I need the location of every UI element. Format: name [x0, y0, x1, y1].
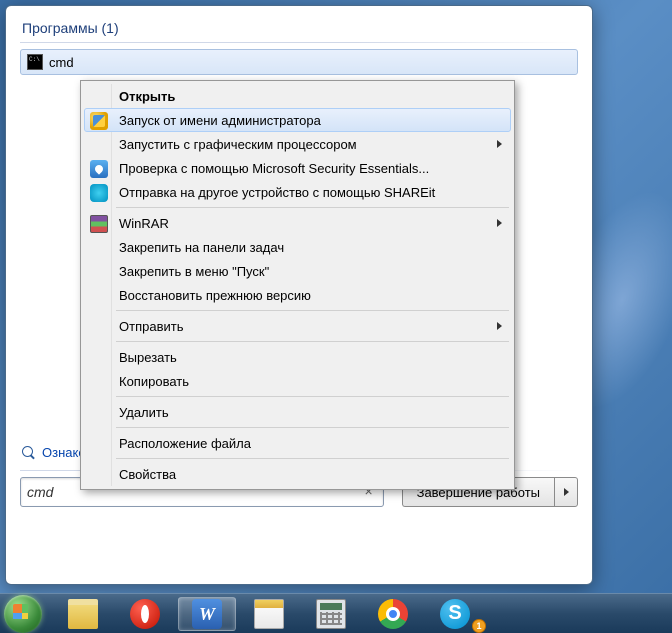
rar-icon [90, 215, 108, 233]
context-menu: Открыть Запуск от имени администратора Зап… [80, 80, 515, 490]
context-menu-separator [116, 207, 509, 208]
context-menu-item[interactable]: Закрепить в меню "Пуск" [84, 259, 511, 283]
cmd-icon [27, 54, 43, 70]
submenu-arrow-icon [497, 219, 502, 227]
search-result-cmd[interactable]: cmd [20, 49, 578, 75]
explorer-icon [68, 599, 98, 629]
start-button[interactable] [4, 595, 42, 633]
opera-icon [130, 599, 160, 629]
context-menu-item[interactable]: Проверка с помощью Microsoft Security Es… [84, 156, 511, 180]
taskbar-skype[interactable]: S 1 [426, 597, 484, 631]
context-menu-item-label: Запустить с графическим процессором [119, 137, 357, 152]
context-menu-item-label: Вырезать [119, 350, 177, 365]
context-menu-item-label: Отправка на другое устройство с помощью … [119, 185, 435, 200]
skype-icon: S [440, 599, 470, 629]
chrome-icon [378, 599, 408, 629]
taskbar-chrome[interactable] [364, 597, 422, 631]
taskbar: W S 1 [0, 593, 672, 633]
taskbar-notepad[interactable] [240, 597, 298, 631]
skype-notification-badge: 1 [472, 619, 486, 633]
taskbar-calculator[interactable] [302, 597, 360, 631]
taskbar-word[interactable]: W [178, 597, 236, 631]
context-menu-item-label: Запуск от имени администратора [119, 113, 321, 128]
context-menu-separator [116, 427, 509, 428]
taskbar-opera[interactable] [116, 597, 174, 631]
context-menu-item[interactable]: Удалить [84, 400, 511, 424]
context-menu-item-label: WinRAR [119, 216, 169, 231]
context-menu-item[interactable]: Отправить [84, 314, 511, 338]
context-menu-separator [116, 341, 509, 342]
search-icon [22, 446, 36, 460]
result-label: cmd [49, 55, 74, 70]
context-menu-item[interactable]: Расположение файла [84, 431, 511, 455]
context-menu-item-label: Проверка с помощью Microsoft Security Es… [119, 161, 429, 176]
context-menu-item[interactable]: Вырезать [84, 345, 511, 369]
context-menu-item[interactable]: Свойства [84, 462, 511, 486]
shareit-icon [90, 184, 108, 202]
submenu-arrow-icon [497, 322, 502, 330]
section-divider [20, 42, 578, 43]
context-menu-item-label: Восстановить прежнюю версию [119, 288, 311, 303]
context-menu-item[interactable]: Открыть [84, 84, 511, 108]
context-menu-item-label: Закрепить на панели задач [119, 240, 284, 255]
context-menu-item[interactable]: WinRAR [84, 211, 511, 235]
shield-icon [90, 112, 108, 130]
shutdown-options-button[interactable] [554, 477, 578, 507]
word-icon: W [192, 599, 222, 629]
context-menu-separator [116, 396, 509, 397]
context-menu-separator [116, 310, 509, 311]
chevron-right-icon [564, 488, 569, 496]
mse-icon [90, 160, 108, 178]
context-menu-item-label: Копировать [119, 374, 189, 389]
context-menu-item-label: Расположение файла [119, 436, 251, 451]
notepad-icon [254, 599, 284, 629]
context-menu-item-label: Закрепить в меню "Пуск" [119, 264, 269, 279]
context-menu-item[interactable]: Копировать [84, 369, 511, 393]
context-menu-item-label: Отправить [119, 319, 183, 334]
context-menu-separator [116, 458, 509, 459]
results-section-header: Программы (1) [20, 20, 578, 36]
context-menu-item[interactable]: Восстановить прежнюю версию [84, 283, 511, 307]
context-menu-item-label: Открыть [119, 89, 175, 104]
context-menu-item[interactable]: Запустить с графическим процессором [84, 132, 511, 156]
submenu-arrow-icon [497, 140, 502, 148]
calculator-icon [316, 599, 346, 629]
context-menu-item[interactable]: Закрепить на панели задач [84, 235, 511, 259]
context-menu-item[interactable]: Отправка на другое устройство с помощью … [84, 180, 511, 204]
taskbar-explorer[interactable] [54, 597, 112, 631]
context-menu-item-label: Свойства [119, 467, 176, 482]
context-menu-item[interactable]: Запуск от имени администратора [84, 108, 511, 132]
context-menu-item-label: Удалить [119, 405, 169, 420]
